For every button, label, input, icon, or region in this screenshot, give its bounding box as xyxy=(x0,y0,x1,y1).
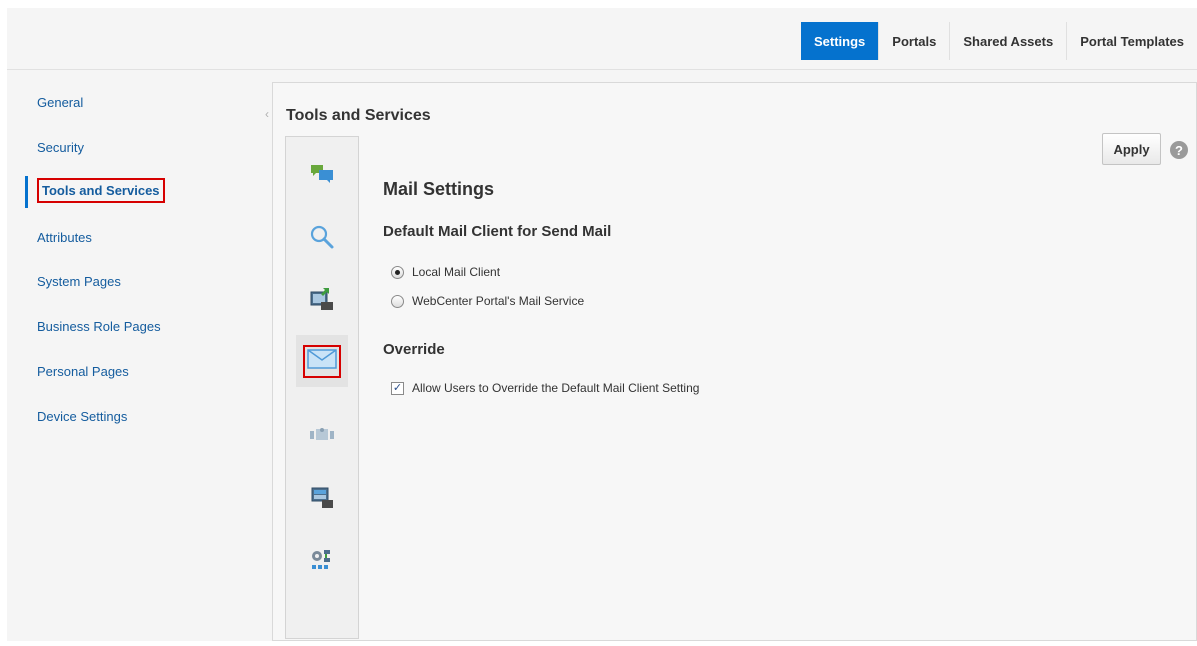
help-icon[interactable]: ? xyxy=(1170,141,1188,159)
people-icon xyxy=(310,428,334,440)
nav-item-general[interactable]: General xyxy=(37,95,83,110)
radio-label: Local Mail Client xyxy=(412,265,501,279)
export-icon xyxy=(310,288,333,310)
page: Settings Portals Shared Assets Portal Te… xyxy=(7,8,1197,641)
radio-local-mail-client[interactable]: Local Mail Client xyxy=(391,265,500,279)
presence-icon xyxy=(311,487,333,508)
override-checkbox-label: Allow Users to Override the Default Mail… xyxy=(412,381,700,395)
service-icon-strip xyxy=(285,136,359,639)
mail-button[interactable] xyxy=(296,335,348,387)
presence-button[interactable] xyxy=(296,471,348,523)
tab-settings[interactable]: Settings xyxy=(800,22,879,60)
mail-selected-frame xyxy=(303,344,341,378)
workflow-button[interactable] xyxy=(296,533,348,585)
override-checkbox[interactable]: ✓ xyxy=(391,381,404,395)
discussions-icon xyxy=(311,165,333,183)
tab-shared-assets[interactable]: Shared Assets xyxy=(949,22,1067,60)
mail-settings-heading: Mail Settings xyxy=(383,179,495,199)
radio-button[interactable] xyxy=(391,265,404,279)
nav-item-system-pages[interactable]: System Pages xyxy=(37,274,121,289)
panel-title: Tools and Services xyxy=(286,107,431,124)
radio-label: WebCenter Portal's Mail Service xyxy=(412,294,585,308)
admin-tabs: Settings Portals Shared Assets Portal Te… xyxy=(800,22,1197,60)
collapse-nav-icon[interactable]: ‹ xyxy=(265,107,269,121)
people-button[interactable] xyxy=(296,409,348,461)
apply-button[interactable]: Apply xyxy=(1102,133,1161,165)
nav-item-business-role-pages[interactable]: Business Role Pages xyxy=(37,319,161,334)
search-button[interactable] xyxy=(296,211,348,263)
nav-item-tools-and-services[interactable]: Tools and Services xyxy=(37,178,165,203)
override-heading: Override xyxy=(383,341,445,358)
nav-item-attributes[interactable]: Attributes xyxy=(37,230,92,245)
mail-icon xyxy=(307,348,337,369)
nav-selection-indicator xyxy=(25,176,28,208)
search-icon xyxy=(310,225,334,249)
tab-portals[interactable]: Portals xyxy=(878,22,950,60)
radio-webcenter-mail-service[interactable]: WebCenter Portal's Mail Service xyxy=(391,294,584,308)
top-tab-bar: Settings Portals Shared Assets Portal Te… xyxy=(7,8,1197,70)
discussions-button[interactable] xyxy=(296,149,348,201)
default-mail-client-heading: Default Mail Client for Send Mail xyxy=(383,223,612,240)
tab-portal-templates[interactable]: Portal Templates xyxy=(1066,22,1197,60)
nav-item-device-settings[interactable]: Device Settings xyxy=(37,409,127,424)
workflow-icon xyxy=(312,550,330,569)
export-button[interactable] xyxy=(296,273,348,325)
tools-and-services-panel: ‹ Tools and Services Apply ? Mail Settin… xyxy=(265,82,1197,641)
override-checkbox-row[interactable]: ✓ Allow Users to Override the Default Ma… xyxy=(391,381,699,395)
radio-button[interactable] xyxy=(391,294,404,308)
nav-item-personal-pages[interactable]: Personal Pages xyxy=(37,364,129,379)
nav-item-security[interactable]: Security xyxy=(37,140,84,155)
